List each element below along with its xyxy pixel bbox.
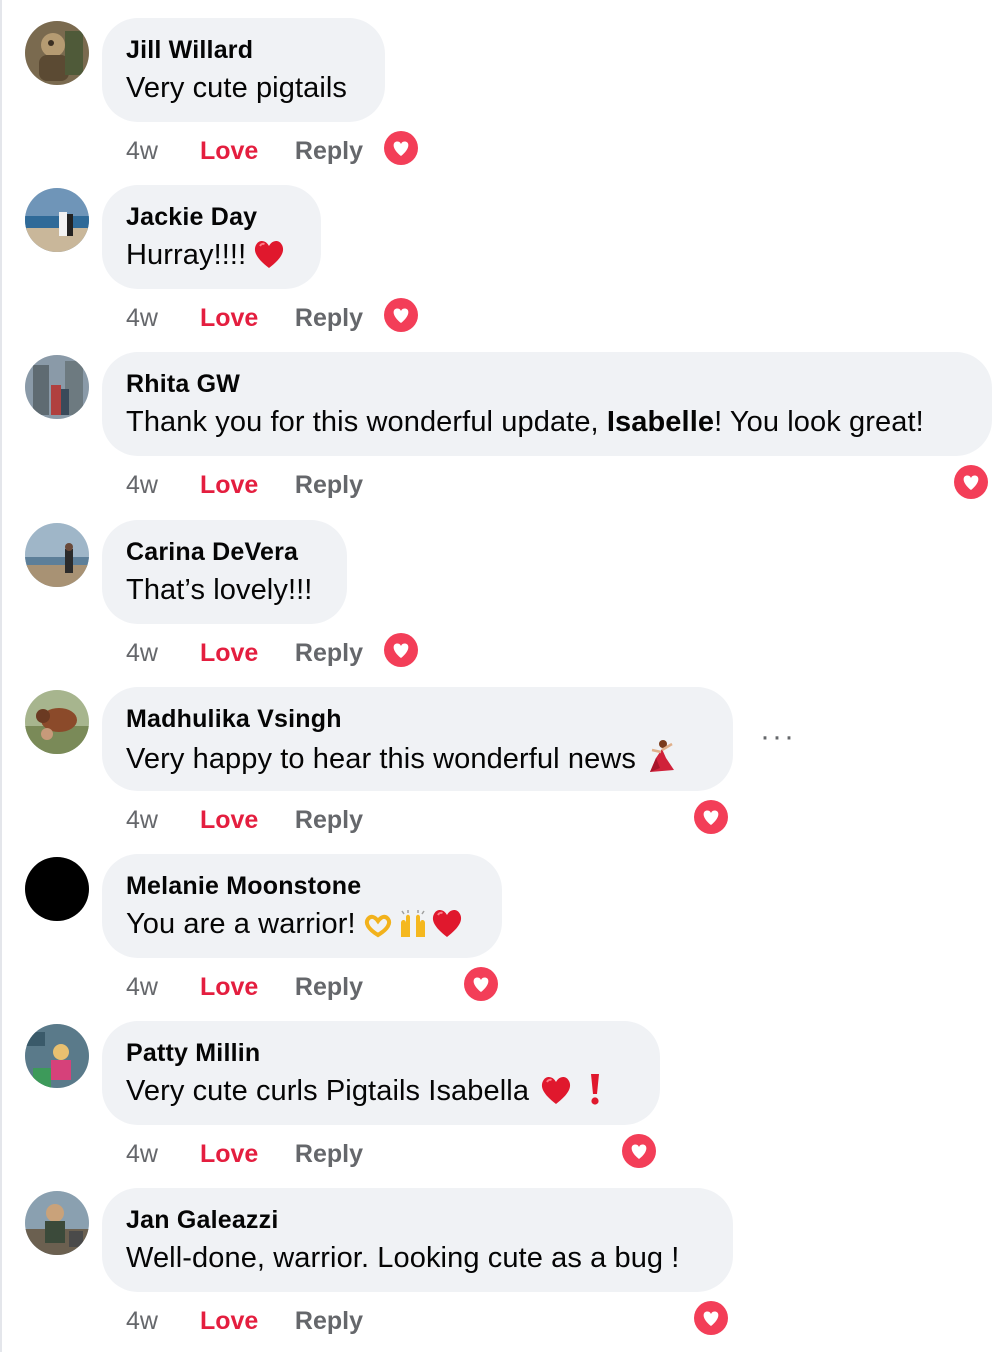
comment-item: Patty Millin Very cute curls Pigtails Is… — [0, 1021, 1004, 1188]
mention-link[interactable]: Isabelle — [607, 406, 714, 438]
comment-bubble: Jan Galeazzi Well-done, warrior. Looking… — [102, 1188, 733, 1292]
comment-text: Hurray!!!! — [126, 236, 297, 280]
comment-text: You are a warrior! — [126, 905, 478, 949]
comment-time[interactable]: 4w — [126, 636, 193, 670]
heart-hands-emoji — [362, 911, 394, 949]
love-button[interactable]: Love — [200, 1304, 288, 1338]
reply-button[interactable]: Reply — [295, 1304, 363, 1338]
avatar[interactable] — [25, 1191, 89, 1255]
comment-text-part: Thank you for this wonderful update, — [126, 406, 607, 438]
comment-actions: 4w Love Reply — [126, 1137, 363, 1171]
comment-item: Melanie Moonstone You are a warrior! 4w … — [0, 854, 1004, 1021]
comment-item: Rhita GW Thank you for this wonderful up… — [0, 352, 1004, 519]
comment-author[interactable]: Carina DeVera — [126, 537, 323, 567]
comment-time[interactable]: 4w — [126, 1137, 193, 1171]
comment-actions: 4w Love Reply — [126, 134, 363, 168]
comment-time[interactable]: 4w — [126, 1304, 193, 1338]
comment-text: That’s lovely!!! — [126, 574, 313, 606]
love-button[interactable]: Love — [200, 636, 288, 670]
comment-author[interactable]: Melanie Moonstone — [126, 871, 478, 901]
comment-time[interactable]: 4w — [126, 803, 193, 837]
comment-item: Jan Galeazzi Well-done, warrior. Looking… — [0, 1188, 1004, 1355]
comment-text: Well-done, warrior. Looking cute as a bu… — [126, 1242, 680, 1274]
comment-author[interactable]: Madhulika Vsingh — [126, 704, 709, 734]
red-heart-emoji — [430, 907, 464, 949]
comment-time[interactable]: 4w — [126, 970, 193, 1004]
more-options-icon[interactable]: ··· — [760, 722, 796, 752]
comment-author[interactable]: Jackie Day — [126, 202, 297, 232]
comment-actions: 4w Love Reply — [126, 1304, 363, 1338]
love-button[interactable]: Love — [200, 301, 288, 335]
comment-bubble: Melanie Moonstone You are a warrior! — [102, 854, 502, 958]
comment-time[interactable]: 4w — [126, 468, 193, 502]
comment-bubble: Jill Willard Very cute pigtails — [102, 18, 385, 122]
red-heart-emoji — [539, 1074, 573, 1116]
love-reaction-icon[interactable] — [620, 1132, 658, 1170]
comment-item: Madhulika Vsingh Very happy to hear this… — [0, 687, 1004, 854]
love-button[interactable]: Love — [200, 134, 288, 168]
reply-button[interactable]: Reply — [295, 803, 363, 837]
comment-item: Carina DeVera That’s lovely!!! 4w Love R… — [0, 520, 1004, 687]
love-reaction-icon[interactable] — [382, 129, 420, 167]
comment-author[interactable]: Patty Millin — [126, 1038, 636, 1068]
reply-button[interactable]: Reply — [295, 636, 363, 670]
comment-text: Thank you for this wonderful update, Isa… — [126, 403, 968, 441]
avatar[interactable] — [25, 523, 89, 587]
love-reaction-icon[interactable] — [382, 296, 420, 334]
comment-actions: 4w Love Reply — [126, 636, 363, 670]
reply-button[interactable]: Reply — [295, 468, 363, 502]
comment-time[interactable]: 4w — [126, 134, 193, 168]
comment-bubble: Rhita GW Thank you for this wonderful up… — [102, 352, 992, 456]
comment-bubble: Carina DeVera That’s lovely!!! — [102, 520, 347, 624]
comment-author[interactable]: Jan Galeazzi — [126, 1205, 709, 1235]
comment-item: Jackie Day Hurray!!!! 4w Love Reply — [0, 185, 1004, 352]
comment-bubble: Madhulika Vsingh Very happy to hear this… — [102, 687, 733, 791]
reply-button[interactable]: Reply — [295, 134, 363, 168]
avatar[interactable] — [25, 690, 89, 754]
comment-text: Very cute curls Pigtails Isabella — [126, 1072, 636, 1116]
reply-button[interactable]: Reply — [295, 1137, 363, 1171]
comment-text-content: Very cute curls Pigtails Isabella — [126, 1075, 530, 1107]
comment-text-content: Very happy to hear this wonderful news — [126, 743, 636, 775]
love-button[interactable]: Love — [200, 468, 288, 502]
comment-text-content: Hurray!!!! — [126, 239, 247, 271]
avatar[interactable] — [25, 857, 89, 921]
comment-actions: 4w Love Reply — [126, 301, 363, 335]
love-reaction-icon[interactable] — [692, 1299, 730, 1337]
red-heart-emoji — [252, 238, 286, 280]
comment-item: Jill Willard Very cute pigtails 4w Love … — [0, 18, 1004, 185]
avatar[interactable] — [25, 1024, 89, 1088]
comment-bubble: Jackie Day Hurray!!!! — [102, 185, 321, 289]
love-reaction-icon[interactable] — [462, 965, 500, 1003]
comment-author[interactable]: Jill Willard — [126, 35, 361, 65]
comment-text: Very happy to hear this wonderful news — [126, 738, 709, 784]
avatar[interactable] — [25, 188, 89, 252]
avatar[interactable] — [25, 355, 89, 419]
comment-text: Very cute pigtails — [126, 72, 348, 104]
love-button[interactable]: Love — [200, 970, 288, 1004]
raised-hands-emoji — [396, 909, 430, 949]
avatar[interactable] — [25, 21, 89, 85]
comment-bubble: Patty Millin Very cute curls Pigtails Is… — [102, 1021, 660, 1125]
dancer-emoji — [642, 738, 678, 784]
comment-time[interactable]: 4w — [126, 301, 193, 335]
reply-button[interactable]: Reply — [295, 301, 363, 335]
comment-actions: 4w Love Reply — [126, 468, 363, 502]
love-reaction-icon[interactable] — [692, 798, 730, 836]
comment-text-part: ! You look great! — [714, 406, 924, 438]
reply-button[interactable]: Reply — [295, 970, 363, 1004]
comment-actions: 4w Love Reply — [126, 970, 363, 1004]
love-reaction-icon[interactable] — [952, 463, 990, 501]
comment-text-content: You are a warrior! — [126, 908, 356, 940]
comment-author[interactable]: Rhita GW — [126, 369, 968, 399]
exclamation-emoji — [589, 1072, 601, 1116]
love-button[interactable]: Love — [200, 1137, 288, 1171]
love-reaction-icon[interactable] — [382, 631, 420, 669]
comment-actions: 4w Love Reply — [126, 803, 363, 837]
love-button[interactable]: Love — [200, 803, 288, 837]
